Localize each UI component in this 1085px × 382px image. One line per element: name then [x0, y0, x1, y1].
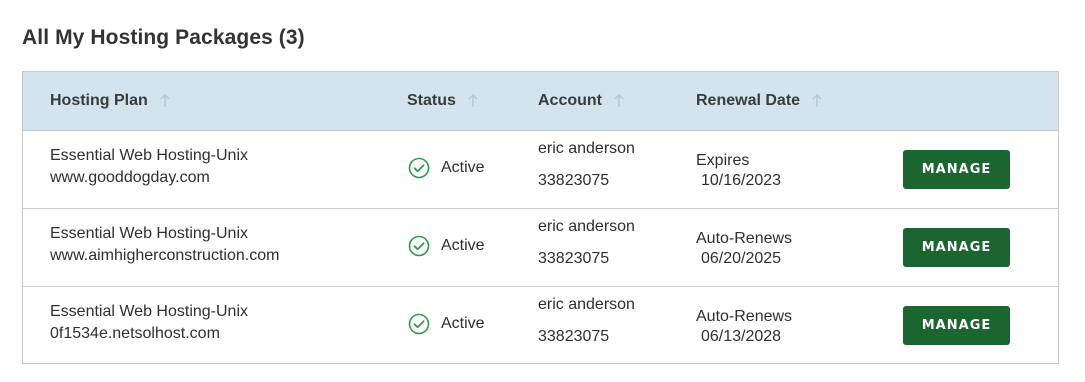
page-title: All My Hosting Packages (3)	[22, 26, 305, 49]
column-header-status[interactable]: Status	[407, 92, 478, 110]
status-text: Active	[441, 159, 485, 176]
plan-name: Essential Web Hosting-Unix	[50, 147, 249, 164]
table-row: Essential Web Hosting-Unix www.aimhigher…	[23, 209, 1058, 287]
account-name: eric anderson	[538, 296, 635, 313]
renewal-type: Auto-Renews	[696, 230, 793, 247]
account-name: eric anderson	[538, 140, 635, 157]
renewal-cell: Auto-Renews 06/13/2028	[696, 307, 792, 347]
table-row: Essential Web Hosting-Unix www.gooddogda…	[23, 131, 1058, 209]
account-number: 33823075	[538, 328, 610, 345]
account-name: eric anderson	[538, 218, 635, 235]
renewal-date: 06/20/2025	[701, 250, 782, 267]
column-header-renewal-date[interactable]: Renewal Date	[696, 92, 822, 110]
column-label: Hosting Plan	[50, 92, 148, 109]
column-label: Renewal Date	[696, 92, 801, 109]
column-header-hosting-plan[interactable]: Hosting Plan	[50, 92, 170, 110]
manage-button[interactable]: MANAGE	[903, 306, 1010, 345]
renewal-type: Expires	[696, 152, 750, 169]
manage-button[interactable]: MANAGE	[903, 150, 1010, 189]
check-circle-icon	[408, 157, 430, 179]
check-circle-icon	[408, 313, 430, 335]
renewal-date: 10/16/2023	[701, 172, 782, 189]
check-circle-icon	[408, 235, 430, 257]
sort-arrow-icon[interactable]	[812, 94, 822, 108]
manage-button[interactable]: MANAGE	[903, 228, 1010, 267]
renewal-date: 06/13/2028	[701, 328, 782, 345]
status-cell: Active	[408, 313, 485, 335]
plan-name: Essential Web Hosting-Unix	[50, 225, 249, 242]
table-row: Essential Web Hosting-Unix 0f1534e.netso…	[23, 287, 1058, 365]
sort-arrow-icon[interactable]	[468, 94, 478, 108]
hosting-plan-cell: Essential Web Hosting-Unix www.gooddogda…	[50, 145, 248, 189]
column-label: Status	[407, 92, 456, 109]
hosting-plan-cell: Essential Web Hosting-Unix 0f1534e.netso…	[50, 301, 248, 345]
hosting-plan-cell: Essential Web Hosting-Unix www.aimhigher…	[50, 223, 279, 267]
hosting-packages-table: Hosting Plan Status Account Renewal Date	[22, 71, 1059, 364]
status-cell: Active	[408, 157, 485, 179]
account-cell: eric anderson 33823075	[538, 139, 635, 191]
table-header: Hosting Plan Status Account Renewal Date	[23, 72, 1058, 131]
plan-domain: www.gooddogday.com	[50, 169, 210, 186]
status-text: Active	[441, 315, 485, 332]
renewal-cell: Expires 10/16/2023	[696, 151, 781, 191]
status-text: Active	[441, 237, 485, 254]
sort-arrow-icon[interactable]	[614, 94, 624, 108]
column-header-account[interactable]: Account	[538, 92, 624, 110]
plan-name: Essential Web Hosting-Unix	[50, 303, 249, 320]
sort-arrow-icon[interactable]	[160, 94, 170, 108]
renewal-type: Auto-Renews	[696, 308, 793, 325]
account-cell: eric anderson 33823075	[538, 295, 635, 347]
column-label: Account	[538, 92, 602, 109]
account-cell: eric anderson 33823075	[538, 217, 635, 269]
plan-domain: www.aimhigherconstruction.com	[50, 247, 280, 264]
account-number: 33823075	[538, 172, 610, 189]
status-cell: Active	[408, 235, 485, 257]
account-number: 33823075	[538, 250, 610, 267]
plan-domain: 0f1534e.netsolhost.com	[50, 325, 220, 342]
renewal-cell: Auto-Renews 06/20/2025	[696, 229, 792, 269]
